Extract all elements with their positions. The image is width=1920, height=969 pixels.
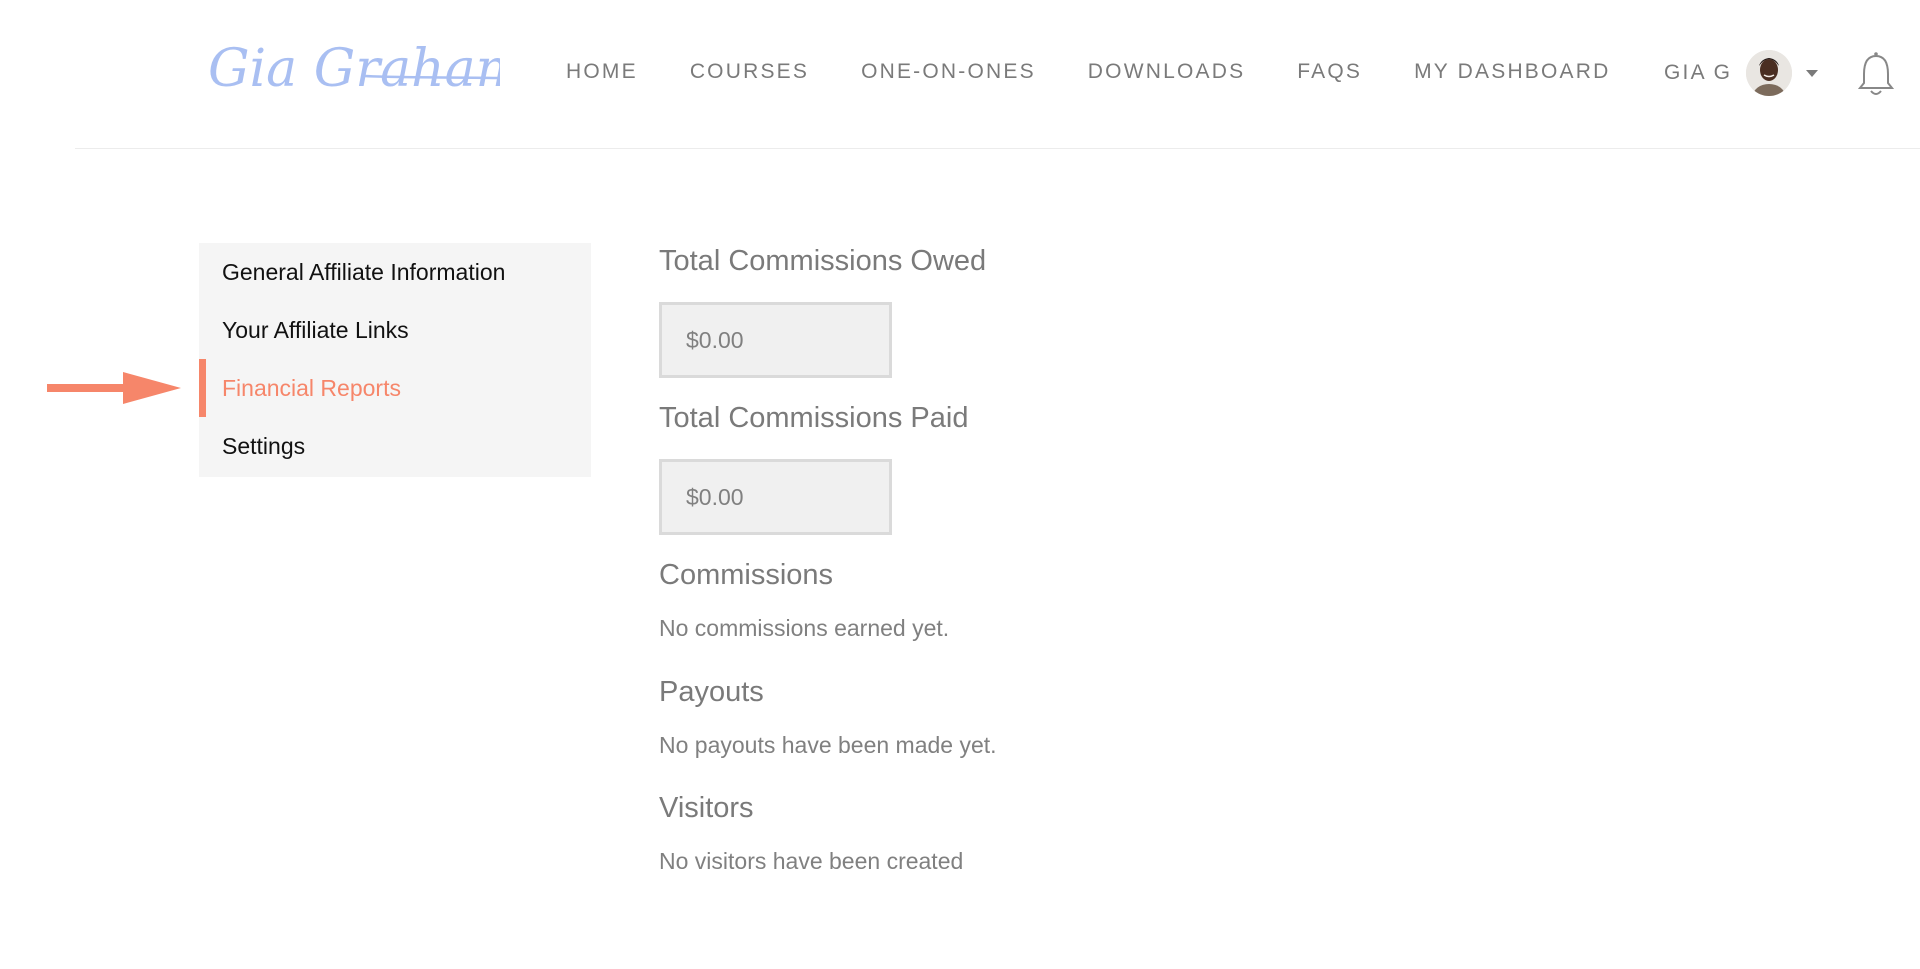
- total-commissions-paid-value: $0.00: [659, 459, 892, 535]
- commissions-section: Commissions No commissions earned yet.: [659, 557, 949, 642]
- logo-text: Gia Graham: [208, 39, 500, 99]
- total-commissions-owed-heading: Total Commissions Owed: [659, 245, 987, 277]
- visitors-heading: Visitors: [659, 792, 754, 824]
- site-header: Gia Graham HOME COURSES ONE-ON-ONES DOWN…: [0, 0, 1920, 149]
- total-commissions-paid-heading: Total Commissions Paid: [659, 402, 969, 434]
- total-commissions-owed-section: Total Commissions Owed $0.00: [659, 243, 986, 378]
- affiliate-sidebar: General Affiliate Information Your Affil…: [199, 243, 591, 477]
- arrow-right-icon: [47, 372, 181, 404]
- sidebar-item-financial-reports[interactable]: Financial Reports: [199, 359, 591, 417]
- total-commissions-owed-value: $0.00: [659, 302, 892, 378]
- gia-graham-logo[interactable]: Gia Graham: [200, 36, 500, 106]
- payouts-heading: Payouts: [659, 676, 764, 708]
- caret-down-icon: [1806, 69, 1819, 77]
- nav-courses[interactable]: COURSES: [690, 60, 809, 84]
- payouts-empty-text: No payouts have been made yet.: [659, 732, 997, 758]
- avatar: [1746, 50, 1793, 96]
- commissions-empty-text: No commissions earned yet.: [659, 615, 950, 641]
- bell-icon[interactable]: [1856, 50, 1896, 98]
- commissions-heading: Commissions: [659, 559, 834, 591]
- visitors-section: Visitors No visitors have been created: [659, 790, 963, 875]
- nav-faqs[interactable]: FAQS: [1297, 60, 1362, 84]
- nav-home[interactable]: HOME: [566, 60, 638, 84]
- main-nav: HOME COURSES ONE-ON-ONES DOWNLOADS FAQS …: [566, 60, 1663, 84]
- sidebar-item-settings[interactable]: Settings: [199, 417, 591, 475]
- total-commissions-paid-section: Total Commissions Paid $0.00: [659, 400, 968, 535]
- visitors-empty-text: No visitors have been created: [659, 848, 964, 874]
- sidebar-item-label: General Affiliate Information: [222, 258, 506, 285]
- sidebar-item-general-affiliate-information[interactable]: General Affiliate Information: [199, 243, 591, 301]
- sidebar-item-your-affiliate-links[interactable]: Your Affiliate Links: [199, 301, 591, 359]
- nav-downloads[interactable]: DOWNLOADS: [1088, 60, 1245, 84]
- user-menu[interactable]: GIA G: [1664, 50, 1819, 96]
- nav-my-dashboard[interactable]: MY DASHBOARD: [1414, 60, 1610, 84]
- header-divider: [75, 148, 1920, 149]
- nav-one-on-ones[interactable]: ONE-ON-ONES: [861, 60, 1036, 84]
- payouts-section: Payouts No payouts have been made yet.: [659, 674, 997, 759]
- user-name: GIA G: [1664, 61, 1733, 84]
- sidebar-item-label: Your Affiliate Links: [222, 316, 409, 343]
- sidebar-item-label: Financial Reports: [222, 374, 401, 401]
- sidebar-item-label: Settings: [222, 432, 306, 459]
